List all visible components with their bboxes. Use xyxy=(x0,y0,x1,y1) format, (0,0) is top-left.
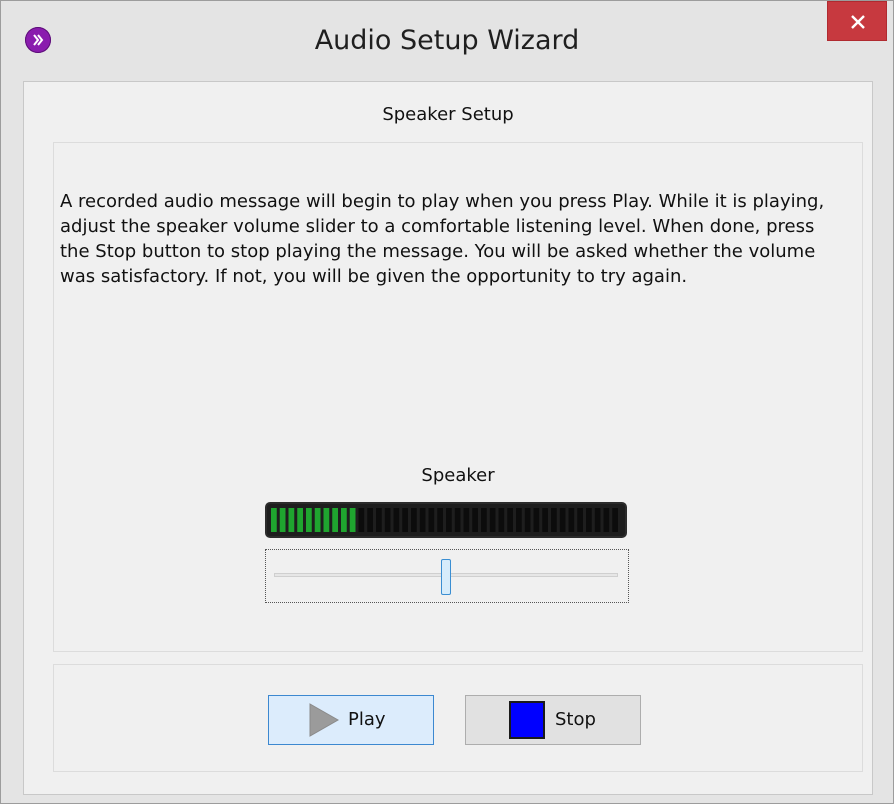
meter-segment xyxy=(516,508,522,532)
meter-segment xyxy=(411,508,417,532)
speaker-label: Speaker xyxy=(421,465,495,486)
meter-segment xyxy=(437,508,443,532)
playback-controls: Play Stop xyxy=(53,664,863,772)
meter-segment-active xyxy=(306,508,312,532)
section-title: Speaker Setup xyxy=(382,104,514,125)
meter-segment-active xyxy=(271,508,277,532)
meter-segment xyxy=(612,508,618,532)
meter-segment xyxy=(384,508,391,532)
meter-segment xyxy=(551,508,557,532)
meter-segment-active xyxy=(288,508,295,532)
instructions-text: A recorded audio message will begin to p… xyxy=(60,191,825,287)
slider-thumb[interactable] xyxy=(441,559,451,595)
stop-button[interactable]: Stop xyxy=(465,695,641,745)
meter-segment xyxy=(489,508,496,532)
meter-segment xyxy=(463,508,470,532)
meter-segment xyxy=(358,508,365,532)
meter-segment-active xyxy=(332,508,338,532)
meter-segment-active xyxy=(323,508,330,532)
meter-segment xyxy=(568,508,575,532)
meter-segment-active xyxy=(279,508,286,532)
meter-segment xyxy=(367,508,373,532)
title-bar[interactable]: Audio Setup Wizard xyxy=(1,1,893,81)
speaker-volume-slider[interactable] xyxy=(265,549,629,603)
meter-segment xyxy=(454,508,461,532)
meter-segment xyxy=(472,508,478,532)
meter-segment xyxy=(586,508,592,532)
meter-segment xyxy=(542,508,548,532)
close-icon xyxy=(851,15,865,29)
meter-segment xyxy=(577,508,583,532)
meter-segment-active xyxy=(341,508,347,532)
speaker-setup-panel: A recorded audio message will begin to p… xyxy=(53,142,863,652)
meter-segment-active xyxy=(349,508,356,532)
meter-segment xyxy=(393,508,400,532)
meter-segment xyxy=(428,508,435,532)
meter-segment xyxy=(533,508,540,532)
meter-segment xyxy=(446,508,452,532)
stop-icon xyxy=(509,701,545,739)
window-title: Audio Setup Wizard xyxy=(314,25,580,56)
speaker-level-meter xyxy=(265,502,627,538)
play-icon xyxy=(309,703,340,737)
level-meter-segments xyxy=(271,508,618,532)
stop-button-label: Stop xyxy=(555,709,596,730)
audio-setup-wizard-window: Audio Setup Wizard Speaker Setup A recor… xyxy=(0,0,894,804)
meter-segment xyxy=(603,508,610,532)
meter-segment-active xyxy=(314,508,321,532)
meter-segment xyxy=(507,508,513,532)
play-button-label: Play xyxy=(348,709,386,730)
meter-segment xyxy=(481,508,487,532)
meter-segment xyxy=(498,508,505,532)
meter-segment-active xyxy=(297,508,303,532)
meter-segment xyxy=(594,508,601,532)
wizard-client-area: Speaker Setup A recorded audio message w… xyxy=(23,81,873,795)
meter-segment xyxy=(402,508,408,532)
meter-segment xyxy=(376,508,382,532)
meter-segment xyxy=(559,508,566,532)
close-button[interactable] xyxy=(827,1,887,41)
meter-segment xyxy=(419,508,426,532)
play-button[interactable]: Play xyxy=(268,695,434,745)
meter-segment xyxy=(524,508,531,532)
